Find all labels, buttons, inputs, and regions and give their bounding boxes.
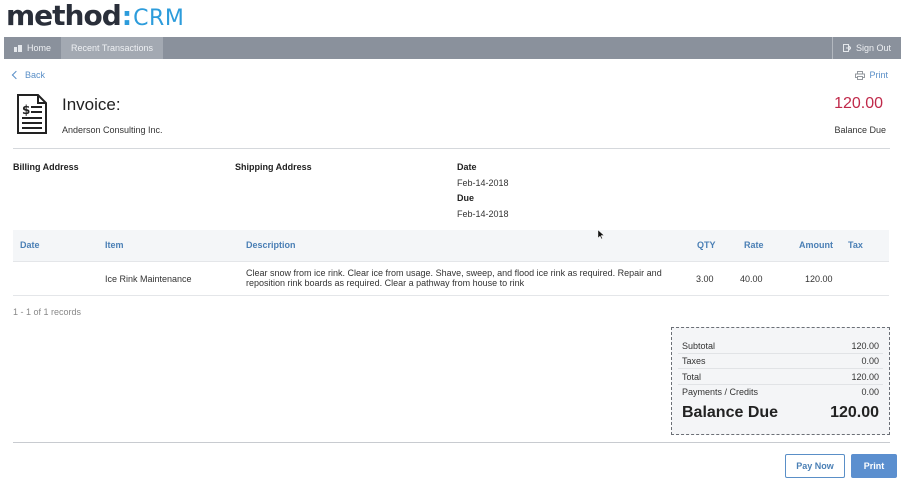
column-header-item[interactable]: Item — [105, 240, 124, 250]
subtotal-value: 120.00 — [851, 341, 879, 351]
total-value: 120.00 — [851, 372, 879, 382]
print-link[interactable]: Print — [855, 70, 888, 80]
cell-rate: 40.00 — [740, 274, 763, 284]
nav-home[interactable]: Home — [4, 37, 61, 59]
svg-text:$: $ — [22, 103, 30, 117]
table-header: Date Item Description QTY Rate Amount Ta… — [13, 230, 889, 261]
header-divider — [13, 148, 890, 149]
invoice-document-icon: $ — [17, 94, 47, 134]
records-count: 1 - 1 of 1 records — [13, 307, 82, 317]
due-label: Due — [457, 193, 475, 203]
pay-now-button[interactable]: Pay Now — [785, 454, 845, 478]
print-link-label: Print — [869, 70, 888, 80]
subtotal-label: Subtotal — [682, 341, 716, 351]
mouse-cursor-icon — [598, 230, 604, 239]
logo-word: method — [6, 0, 122, 32]
column-header-amount[interactable]: Amount — [799, 240, 833, 250]
back-link[interactable]: Back — [11, 70, 46, 80]
column-header-description[interactable]: Description — [246, 240, 296, 250]
shipping-address-label: Shipping Address — [235, 162, 312, 172]
column-header-rate[interactable]: Rate — [744, 240, 764, 250]
sign-out-button[interactable]: Sign Out — [831, 37, 901, 59]
billing-address-label: Billing Address — [13, 162, 79, 172]
payments-value: 0.00 — [861, 387, 879, 397]
totals-balance-value: 120.00 — [830, 404, 879, 421]
description-line-2: reposition rink boards as required. Clea… — [246, 278, 525, 288]
customer-name: Anderson Consulting Inc. — [62, 125, 163, 135]
column-header-tax[interactable]: Tax — [848, 240, 863, 250]
cell-qty: 3.00 — [696, 274, 714, 284]
nav-recent-transactions[interactable]: Recent Transactions — [61, 37, 164, 59]
home-icon — [14, 45, 22, 52]
column-header-qty[interactable]: QTY — [697, 240, 716, 250]
method-crm-logo: method: CRM — [6, 0, 184, 32]
taxes-label: Taxes — [682, 356, 706, 366]
nav-recent-transactions-label: Recent Transactions — [71, 43, 154, 53]
line-items-table: Date Item Description QTY Rate Amount Ta… — [13, 230, 889, 296]
description-line-1: Clear snow from ice rink. Clear ice from… — [246, 268, 662, 278]
totals-balance-label: Balance Due — [682, 404, 779, 421]
logo-product: CRM — [133, 6, 185, 31]
logo-colon: : — [121, 2, 133, 32]
taxes-row: Taxes 0.00 — [682, 356, 879, 366]
back-label: Back — [25, 70, 46, 80]
cell-amount: 120.00 — [805, 274, 833, 284]
due-value: Feb-14-2018 — [457, 209, 509, 219]
total-row: Total 120.00 — [682, 372, 879, 382]
invoice-title: Invoice: — [62, 95, 121, 114]
subtotal-row: Subtotal 120.00 — [682, 341, 879, 351]
payments-row: Payments / Credits 0.00 — [682, 387, 879, 397]
printer-icon — [855, 70, 866, 80]
footer-divider — [13, 442, 890, 443]
top-navbar: Home Recent Transactions Sign Out — [4, 37, 901, 59]
date-label: Date — [457, 162, 477, 172]
chevron-left-icon — [11, 70, 21, 80]
payments-label: Payments / Credits — [682, 387, 759, 397]
totals-divider — [678, 384, 883, 385]
cell-item: Ice Rink Maintenance — [105, 274, 192, 284]
nav-home-label: Home — [27, 43, 52, 53]
cell-description: Clear snow from ice rink. Clear ice from… — [246, 268, 686, 288]
totals-divider — [678, 353, 883, 354]
print-button[interactable]: Print — [851, 454, 897, 478]
sign-out-label: Sign Out — [855, 43, 891, 53]
balance-due-row: Balance Due 120.00 — [682, 404, 879, 422]
balance-due-label: Balance Due — [834, 125, 886, 135]
column-header-date[interactable]: Date — [20, 240, 40, 250]
totals-panel: Subtotal 120.00 Taxes 0.00 Total 120.00 … — [671, 327, 890, 435]
sign-out-icon — [842, 44, 851, 52]
balance-due-amount: 120.00 — [834, 95, 883, 112]
total-label: Total — [682, 372, 702, 382]
table-row[interactable]: Ice Rink Maintenance Clear snow from ice… — [13, 261, 889, 296]
taxes-value: 0.00 — [861, 356, 879, 366]
totals-divider — [678, 368, 883, 369]
date-value: Feb-14-2018 — [457, 178, 509, 188]
